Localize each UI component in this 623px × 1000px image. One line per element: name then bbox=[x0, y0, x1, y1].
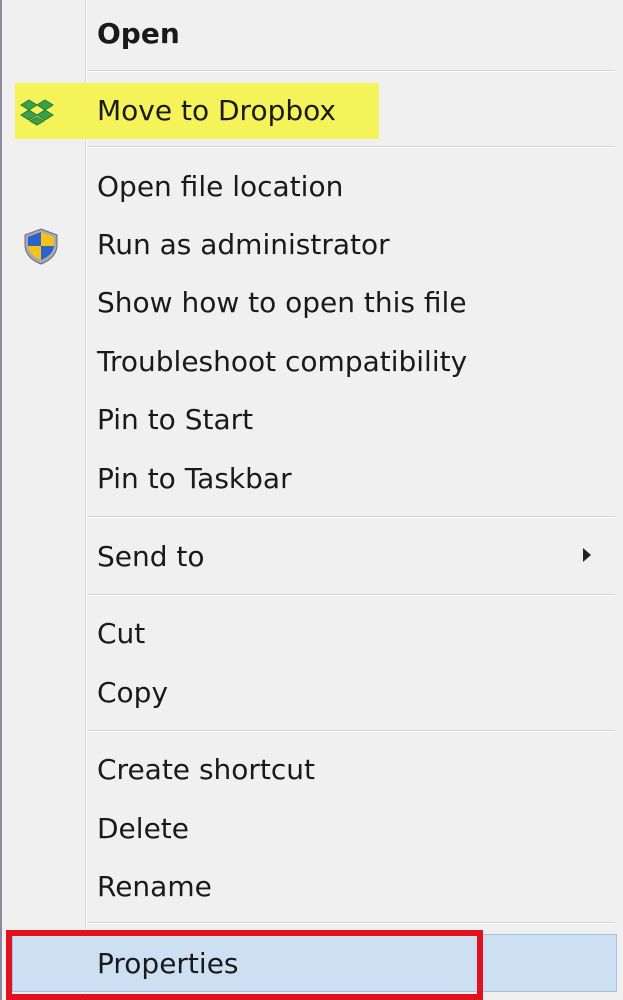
menu-item-pin-to-taskbar[interactable]: Pin to Taskbar bbox=[2, 459, 623, 499]
menu-item-label: Rename bbox=[97, 870, 212, 903]
menu-item-label: Delete bbox=[97, 812, 189, 845]
menu-item-label: Move to Dropbox bbox=[97, 94, 336, 127]
menu-item-label: Run as administrator bbox=[97, 228, 390, 261]
menu-item-label: Send to bbox=[97, 540, 205, 573]
menu-item-label: Copy bbox=[97, 676, 169, 709]
chevron-right-icon bbox=[583, 548, 591, 562]
menu-separator bbox=[87, 70, 615, 72]
menu-item-label: Pin to Taskbar bbox=[97, 462, 292, 495]
menu-item-show-how-to-open[interactable]: Show how to open this file bbox=[2, 283, 623, 323]
menu-item-label: Open bbox=[97, 17, 180, 50]
icon-gutter-divider-highlight bbox=[86, 0, 87, 1000]
menu-item-troubleshoot-compatibility[interactable]: Troubleshoot compatibility bbox=[2, 342, 623, 382]
menu-item-label: Cut bbox=[97, 617, 146, 650]
menu-item-label: Pin to Start bbox=[97, 403, 254, 436]
menu-separator bbox=[87, 516, 615, 518]
menu-item-label: Create shortcut bbox=[97, 753, 316, 786]
menu-separator bbox=[87, 146, 615, 148]
menu-separator bbox=[87, 594, 615, 596]
uac-shield-icon bbox=[22, 227, 60, 276]
menu-separator bbox=[87, 922, 615, 924]
menu-item-pin-to-start[interactable]: Pin to Start bbox=[2, 400, 623, 440]
menu-item-cut[interactable]: Cut bbox=[2, 614, 623, 654]
menu-item-send-to[interactable]: Send to bbox=[2, 537, 623, 577]
menu-item-label: Troubleshoot compatibility bbox=[97, 345, 468, 378]
menu-item-copy[interactable]: Copy bbox=[2, 673, 623, 713]
menu-item-run-as-administrator[interactable]: Run as administrator bbox=[2, 225, 623, 265]
menu-separator bbox=[87, 730, 615, 732]
menu-item-label: Show how to open this file bbox=[97, 286, 467, 319]
menu-item-move-to-dropbox[interactable]: Move to Dropbox bbox=[2, 91, 623, 131]
dropbox-icon bbox=[20, 97, 54, 137]
menu-item-create-shortcut[interactable]: Create shortcut bbox=[2, 750, 623, 790]
menu-item-rename[interactable]: Rename bbox=[2, 867, 623, 907]
menu-item-open-file-location[interactable]: Open file location bbox=[2, 167, 623, 207]
annotation-frame bbox=[6, 930, 483, 1000]
menu-item-label: Open file location bbox=[97, 170, 344, 203]
menu-item-delete[interactable]: Delete bbox=[2, 809, 623, 849]
context-menu: Open Move to Dropbox Open file location bbox=[0, 0, 623, 1000]
menu-item-open[interactable]: Open bbox=[2, 14, 623, 54]
